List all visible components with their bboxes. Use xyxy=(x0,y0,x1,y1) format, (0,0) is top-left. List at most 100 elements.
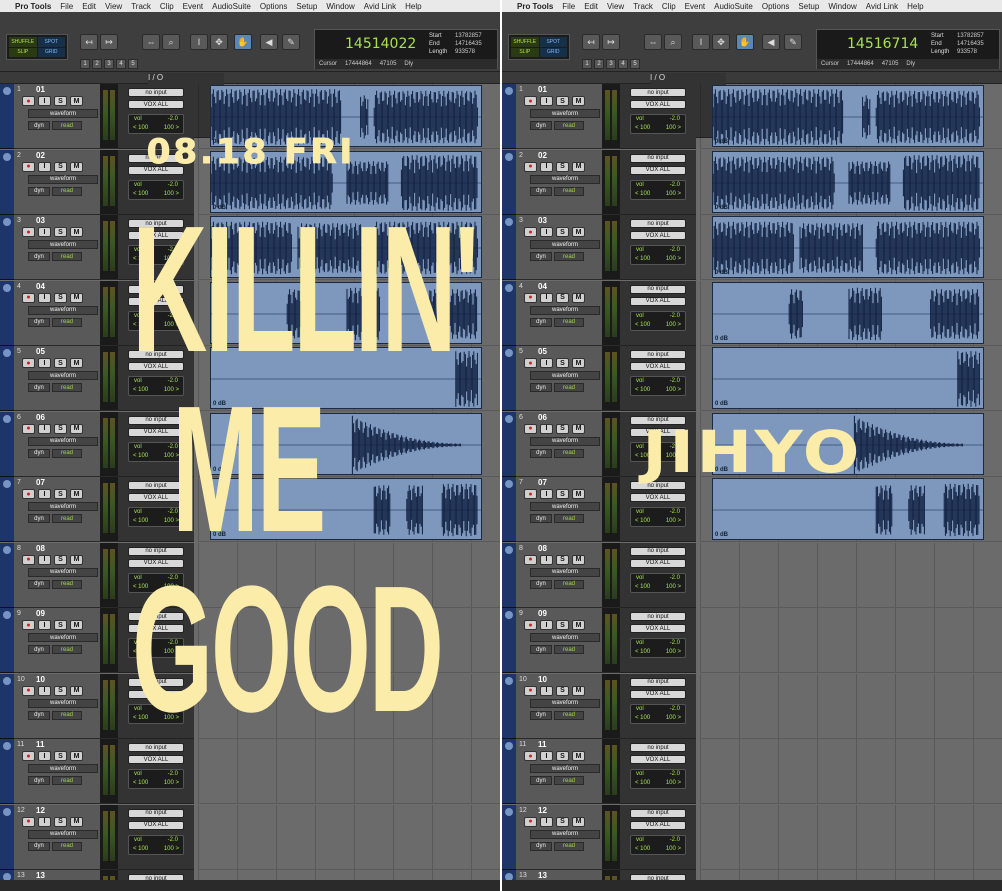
zoom-out-icon[interactable]: ↤ xyxy=(582,34,600,50)
zoomer-tool-icon[interactable]: ⌕ xyxy=(664,34,682,50)
solo-button[interactable]: S xyxy=(54,751,67,761)
menu-item[interactable]: Edit xyxy=(584,2,598,11)
track-select-dot[interactable] xyxy=(505,152,513,161)
menu-item[interactable]: Avid Link xyxy=(364,2,396,11)
track-name[interactable]: 07 xyxy=(36,478,45,487)
output-selector[interactable]: VOX ALL xyxy=(128,755,184,764)
playlist-button[interactable]: dyn xyxy=(28,710,50,720)
playlist-button[interactable]: dyn xyxy=(530,186,552,196)
input-selector[interactable]: no input xyxy=(630,546,686,556)
audio-clip[interactable]: 0 dB xyxy=(712,85,984,147)
track-select-dot[interactable] xyxy=(505,742,513,750)
audio-clip[interactable]: 0 dB xyxy=(712,150,984,213)
track-view-selector[interactable]: waveform xyxy=(28,109,98,118)
track-select-dot[interactable] xyxy=(3,676,11,685)
track-timeline-lane[interactable] xyxy=(700,673,1002,739)
track-name[interactable]: 10 xyxy=(538,675,547,684)
record-arm-button[interactable]: ● xyxy=(524,423,537,434)
playlist-button[interactable]: dyn xyxy=(28,186,50,196)
playlist-button[interactable]: dyn xyxy=(530,579,552,589)
track-timeline-lane[interactable] xyxy=(700,739,1002,804)
solo-button[interactable]: S xyxy=(556,161,569,172)
input-selector[interactable]: no input xyxy=(630,677,686,687)
zoom-preset-button[interactable]: 3 xyxy=(104,59,114,69)
volume-pan-display[interactable]: vol -2.0 < 100 100 > xyxy=(630,638,686,658)
solo-button[interactable]: S xyxy=(556,751,569,761)
speaker-icon[interactable]: ◀ xyxy=(260,34,278,50)
zoom-preset-button[interactable]: 1 xyxy=(582,59,592,69)
track-name[interactable]: 04 xyxy=(538,282,547,291)
input-selector[interactable]: no input xyxy=(630,153,686,163)
track-view-selector[interactable]: waveform xyxy=(530,305,600,315)
playlist-button[interactable]: dyn xyxy=(28,579,50,589)
input-monitor-button[interactable]: I xyxy=(38,816,51,827)
track-name[interactable]: 13 xyxy=(36,871,45,880)
track-row[interactable]: 11 11 ● I S M waveform dyn read no input… xyxy=(502,739,1002,804)
menu-item[interactable]: View xyxy=(607,2,624,11)
zoomer-tool-icon[interactable]: ⌕ xyxy=(162,34,180,50)
track-select-dot[interactable] xyxy=(3,611,11,619)
volume-pan-display[interactable]: vol -2.0 < 100 100 > xyxy=(630,769,686,789)
track-timeline-lane[interactable]: 0 dB xyxy=(700,149,1002,215)
edit-mode-selector[interactable]: SHUFFLE SPOT SLIP GRID xyxy=(508,34,570,60)
track-name[interactable]: 09 xyxy=(538,609,547,618)
playlist-button[interactable]: dyn xyxy=(28,317,50,327)
menu-item[interactable]: Setup xyxy=(296,2,317,11)
zoom-out-icon[interactable]: ↤ xyxy=(80,34,98,50)
zoom-preset-button[interactable]: 4 xyxy=(618,59,628,69)
track-row[interactable]: 9 09 ● I S M waveform dyn read no input … xyxy=(502,608,1002,673)
track-row[interactable]: 1 01 ● I S M waveform dyn read no input … xyxy=(502,84,1002,149)
input-monitor-button[interactable]: I xyxy=(540,96,553,106)
volume-pan-display[interactable]: vol -2.0 < 100 100 > xyxy=(630,376,686,396)
audio-clip[interactable]: 0 dB xyxy=(712,216,984,278)
automation-mode-selector[interactable]: read xyxy=(52,776,82,785)
playlist-button[interactable]: dyn xyxy=(530,121,552,130)
automation-mode-selector[interactable]: read xyxy=(52,121,82,130)
menu-item[interactable]: Options xyxy=(762,2,790,11)
pencil-tool-icon[interactable]: ✎ xyxy=(784,34,802,50)
record-arm-button[interactable]: ● xyxy=(524,227,537,237)
track-select-dot[interactable] xyxy=(505,87,513,95)
track-timeline-lane[interactable]: 0 dB xyxy=(700,280,1002,346)
input-monitor-button[interactable]: I xyxy=(540,554,553,565)
menu-item[interactable]: Options xyxy=(260,2,288,11)
track-timeline-lane[interactable] xyxy=(700,542,1002,608)
clip-gain-label[interactable]: 0 dB xyxy=(715,532,728,538)
record-arm-button[interactable]: ● xyxy=(22,620,35,630)
menu-item[interactable]: Avid Link xyxy=(866,2,898,11)
playlist-button[interactable]: dyn xyxy=(28,448,50,458)
record-arm-button[interactable]: ● xyxy=(22,96,35,106)
record-arm-button[interactable]: ● xyxy=(524,358,537,368)
input-selector[interactable]: no input xyxy=(128,808,184,818)
slip-mode-button[interactable]: SLIP xyxy=(9,47,37,57)
zoom-in-icon[interactable]: ↦ xyxy=(602,34,620,50)
menu-item[interactable]: Pro Tools xyxy=(15,2,51,11)
track-select-dot[interactable] xyxy=(505,676,513,685)
track-name[interactable]: 03 xyxy=(538,216,547,225)
clip-gain-label[interactable]: 0 dB xyxy=(715,401,728,407)
track-row[interactable]: 3 03 ● I S M waveform dyn read no input … xyxy=(502,215,1002,280)
record-arm-button[interactable]: ● xyxy=(22,292,35,303)
selector-tool-icon[interactable]: I xyxy=(692,34,710,50)
track-name[interactable]: 09 xyxy=(36,609,45,618)
track-name[interactable]: 06 xyxy=(36,413,45,422)
track-name[interactable]: 13 xyxy=(538,871,547,880)
volume-pan-display[interactable]: vol -2.0 < 100 100 > xyxy=(630,834,686,855)
menu-item[interactable]: Track xyxy=(633,2,653,11)
track-view-selector[interactable]: waveform xyxy=(530,764,600,773)
smart-tool-icon[interactable]: ✋ xyxy=(736,34,754,50)
output-selector[interactable]: VOX ALL xyxy=(630,493,686,502)
track-select-dot[interactable] xyxy=(3,807,11,816)
record-arm-button[interactable]: ● xyxy=(524,816,537,827)
edit-mode-selector[interactable]: SHUFFLE SPOT SLIP GRID xyxy=(6,34,68,60)
track-view-selector[interactable]: waveform xyxy=(530,698,600,708)
playlist-button[interactable]: dyn xyxy=(28,841,50,851)
track-timeline-lane[interactable]: 0 dB xyxy=(700,477,1002,542)
track-row[interactable]: 10 10 ● I S M waveform dyn read no input… xyxy=(502,673,1002,739)
track-select-dot[interactable] xyxy=(3,87,11,95)
shuffle-mode-button[interactable]: SHUFFLE xyxy=(9,37,37,47)
track-row[interactable]: 5 05 ● I S M waveform dyn read no input … xyxy=(502,346,1002,411)
menu-item[interactable]: Clip xyxy=(662,2,676,11)
record-arm-button[interactable]: ● xyxy=(22,161,35,172)
volume-pan-display[interactable]: vol -2.0 < 100 100 > xyxy=(630,114,686,134)
